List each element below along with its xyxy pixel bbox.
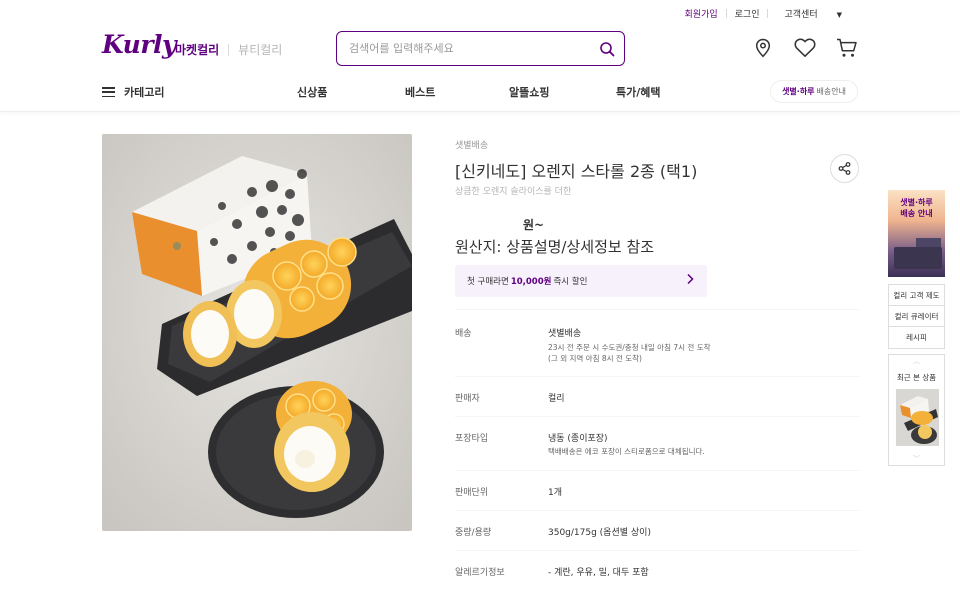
- global-nav: 카테고리 신상품 베스트 알뜰쇼핑 특가/혜택 샛별·하루 배송안내: [0, 78, 960, 112]
- side-link-curator[interactable]: 컬리 큐레이터: [889, 306, 944, 327]
- recent-product-thumbnail[interactable]: [896, 389, 939, 446]
- spec-row-shipping: 배송 샛별배송 23시 전 주문 시 수도권/충청 내일 아침 7시 전 도착 …: [455, 310, 859, 377]
- spec-value: - 계란, 우유, 밀, 대두 포함: [548, 568, 649, 578]
- spec-row-allergy: 알레르기정보 - 계란, 우유, 밀, 대두 포함: [455, 551, 859, 591]
- spec-row-weight: 중량/용량 350g/175g (옵션별 상이): [455, 511, 859, 551]
- recently-viewed: ︿ 최근 본 상품 ﹀: [888, 354, 945, 466]
- spec-row-unit: 판매단위 1개: [455, 471, 859, 511]
- spec-subtext: 23시 전 주문 시 수도권/충청 내일 아침 7시 전 도착: [548, 343, 711, 352]
- heart-icon[interactable]: [794, 37, 816, 59]
- search-input[interactable]: [337, 32, 590, 65]
- shipping-type-label: 샛별배송: [455, 141, 489, 151]
- side-link-customer-policy[interactable]: 컬리 고객 제도: [889, 285, 944, 306]
- product-origin: 원산지: 상품설명/상세정보 참조: [455, 238, 655, 256]
- location-icon[interactable]: [752, 37, 774, 59]
- banner-line-1: 샛별·하루: [900, 198, 933, 207]
- share-button[interactable]: [830, 154, 859, 183]
- product-subtitle: 상큼한 오렌지 슬라이스를 더한: [455, 187, 572, 197]
- first-purchase-coupon-banner[interactable]: 첫 구매라면 10,000원 즉시 할인: [455, 265, 707, 297]
- spec-label: 알레르기정보: [455, 568, 505, 578]
- side-link-recipe[interactable]: 레시피: [889, 327, 944, 348]
- side-quick-menu: 샛별·하루 배송 안내 컬리 고객 제도 컬리 큐레이터 레시피 ︿ 최근 본 …: [888, 190, 945, 466]
- spec-value: 냉동 (종이포장): [548, 434, 608, 444]
- search-box: [336, 31, 625, 66]
- delivery-info-banner[interactable]: 샛별·하루 배송 안내: [888, 190, 945, 277]
- product-price: 원~: [523, 218, 545, 232]
- search-icon[interactable]: [590, 32, 624, 65]
- kurly-logo[interactable]: Kurly: [102, 30, 177, 59]
- product-title: [신키네도] 오렌지 스타롤 2종 (택1): [455, 162, 698, 181]
- product-spec-table: 배송 샛별배송 23시 전 주문 시 수도권/충청 내일 아침 7시 전 도착 …: [455, 309, 859, 591]
- hamburger-icon: [102, 87, 115, 97]
- spec-label: 중량/용량: [455, 528, 492, 538]
- nav-new-products[interactable]: 신상품: [297, 84, 327, 100]
- divider: [228, 43, 230, 56]
- header-icons: [752, 37, 858, 59]
- customer-center-label: 고객센터: [784, 10, 818, 20]
- spec-value: 샛별배송: [548, 329, 582, 339]
- spec-subtext: 택배배송은 에코 포장이 스티로폼으로 대체됩니다.: [548, 447, 705, 456]
- chevron-down-icon[interactable]: ﹀: [889, 454, 944, 464]
- tab-beauty-kurly[interactable]: 뷰티컬리: [238, 41, 282, 58]
- delivery-info-pill[interactable]: 샛별·하루 배송안내: [770, 80, 858, 103]
- delivery-pill-highlight: 샛별·하루: [782, 87, 815, 96]
- tab-market-kurly[interactable]: 마켓컬리: [175, 41, 219, 58]
- coupon-suffix: 즉시 할인: [553, 277, 588, 287]
- coupon-amount: 10,000원: [510, 277, 552, 287]
- product-image: [102, 134, 412, 531]
- spec-label: 포장타입: [455, 434, 489, 444]
- spec-label: 판매자: [455, 394, 480, 404]
- spec-value: 1개: [548, 488, 563, 498]
- spec-subtext: (그 외 지역 아침 8시 전 도착): [548, 354, 642, 363]
- spec-label: 배송: [455, 329, 472, 339]
- banner-line-2: 배송 안내: [900, 209, 933, 218]
- spec-value: 컬리: [548, 394, 565, 404]
- coupon-prefix: 첫 구매라면: [467, 277, 509, 287]
- category-label: 카테고리: [124, 86, 165, 99]
- truck-image: [894, 247, 942, 269]
- chevron-up-icon[interactable]: ︿: [889, 356, 944, 366]
- cart-icon[interactable]: [836, 37, 858, 59]
- nav-saving-shop[interactable]: 알뜰쇼핑: [509, 84, 549, 100]
- nav-special-deals[interactable]: 특가/혜택: [616, 84, 661, 100]
- top-utility-bar: 회원가입 로그인 고객센터 ▼: [0, 0, 960, 24]
- login-link[interactable]: 로그인: [727, 7, 768, 20]
- category-menu[interactable]: 카테고리: [102, 84, 164, 100]
- spec-label: 판매단위: [455, 488, 489, 498]
- spec-row-seller: 판매자 컬리: [455, 377, 859, 417]
- recently-viewed-title: 최근 본 상품: [896, 373, 937, 382]
- top-links: 회원가입 로그인 고객센터 ▼: [677, 7, 858, 20]
- signup-link[interactable]: 회원가입: [677, 7, 726, 20]
- customer-center-link[interactable]: 고객센터 ▼: [768, 7, 858, 20]
- caret-down-icon: ▼: [836, 11, 842, 19]
- spec-value: 350g/175g (옵션별 상이): [548, 528, 651, 538]
- market-tabs: 마켓컬리 뷰티컬리: [175, 41, 282, 58]
- share-icon: [838, 162, 851, 175]
- nav-best[interactable]: 베스트: [405, 84, 435, 100]
- spec-row-packaging: 포장타입 냉동 (종이포장) 택배배송은 에코 포장이 스티로폼으로 대체됩니다…: [455, 417, 859, 471]
- side-links: 컬리 고객 제도 컬리 큐레이터 레시피: [888, 284, 945, 349]
- chevron-right-icon: [686, 273, 694, 288]
- delivery-pill-label: 배송안내: [816, 87, 846, 96]
